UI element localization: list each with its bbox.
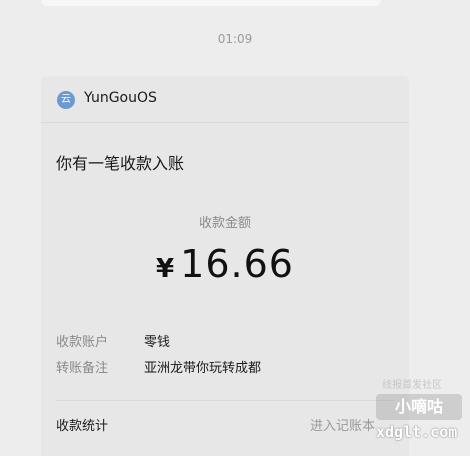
watermark-url: xdglt.com: [376, 423, 458, 441]
detail-label: 转账备注: [56, 361, 109, 376]
detail-row-account: 收款账户 零钱: [56, 331, 170, 350]
amount-label: 收款金额: [198, 216, 251, 231]
previous-message-card[interactable]: [41, 0, 381, 6]
watermark-logo: 小嘀咕: [376, 394, 462, 420]
payment-stats-link[interactable]: 收款统计: [56, 415, 108, 434]
amount-display: ¥16.66: [41, 242, 409, 286]
detail-label: 收款账户: [56, 335, 109, 350]
detail-row-remark: 转账备注 亚洲龙带你玩转成都: [56, 357, 261, 376]
payment-notification-card[interactable]: 云 YunGouOS 你有一笔收款入账 收款金额 ¥16.66 收款账户 零钱 转…: [41, 76, 409, 456]
app-name: YunGouOS: [84, 90, 157, 106]
card-header[interactable]: 云 YunGouOS: [41, 76, 409, 123]
notice-title: 你有一笔收款入账: [56, 154, 185, 173]
currency-symbol: ¥: [156, 254, 175, 284]
watermark-caption: 线报首发社区: [382, 380, 442, 391]
detail-value: 亚洲龙带你玩转成都: [144, 361, 262, 376]
yungouos-logo-icon: 云: [57, 91, 75, 109]
chat-screen: 01:09 云 YunGouOS 你有一笔收款入账 收款金额 ¥16.66 收款…: [0, 0, 470, 456]
divider: [56, 400, 394, 401]
message-timestamp: 01:09: [217, 32, 253, 46]
detail-value: 零钱: [144, 335, 171, 350]
amount-value: 16.66: [180, 242, 294, 286]
ledger-link[interactable]: 进入记账本: [310, 415, 375, 434]
